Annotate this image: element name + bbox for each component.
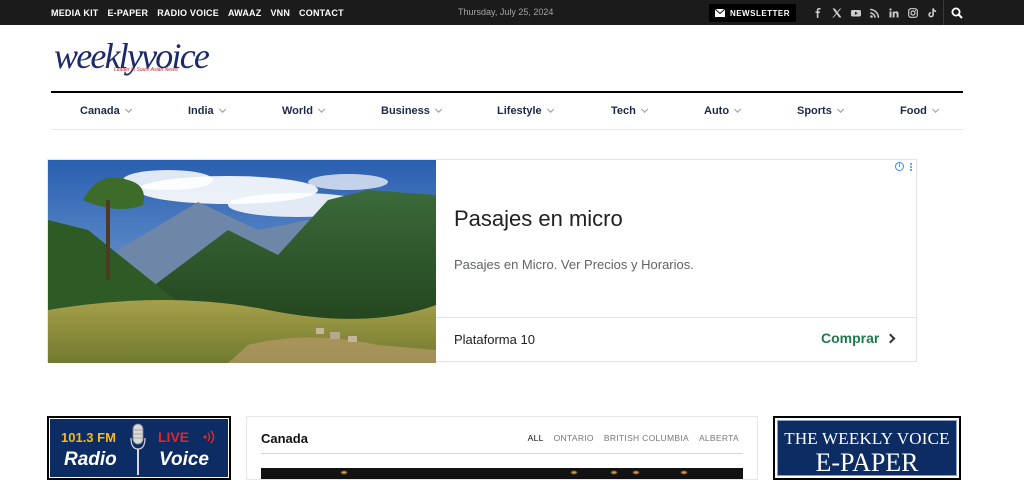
image-light: [571, 471, 577, 474]
image-light: [341, 471, 347, 474]
tiktok-icon[interactable]: [922, 0, 941, 25]
nav-label: Canada: [80, 105, 120, 117]
nav-label: World: [282, 105, 313, 117]
nav-label: Business: [381, 105, 430, 117]
broadcast-waves-icon: [203, 430, 215, 444]
e-paper-line1: THE WEEKLY VOICE: [784, 429, 950, 448]
image-light: [611, 471, 617, 474]
chevron-down-icon: [435, 105, 443, 113]
top-link-e-paper[interactable]: E-PAPER: [107, 8, 148, 18]
nav-item-sports[interactable]: Sports: [797, 93, 845, 130]
radio-voice-banner[interactable]: 101.3 FM LIVE Radio Voice: [47, 416, 231, 480]
e-paper-banner[interactable]: THE WEEKLY VOICE E-PAPER: [773, 416, 961, 480]
nav-label: Sports: [797, 105, 832, 117]
section-title[interactable]: Canada: [261, 431, 308, 446]
top-bar: MEDIA KIT E-PAPER RADIO VOICE AWAAZ VNN …: [0, 0, 1024, 25]
nav-item-business[interactable]: Business: [381, 93, 443, 130]
search-icon[interactable]: [951, 7, 963, 19]
e-paper-line2: E-PAPER: [815, 448, 919, 477]
main-nav: Canada India World Business Lifestyle Te…: [51, 91, 963, 130]
canada-section: Canada ALL ONTARIO BRITISH COLUMBIA ALBE…: [246, 416, 758, 480]
ad-source: Plataforma 10: [454, 332, 535, 347]
info-icon[interactable]: i: [895, 162, 904, 171]
radio-banner-inner: 101.3 FM LIVE Radio Voice: [50, 419, 228, 477]
filter-british-columbia[interactable]: BRITISH COLUMBIA: [604, 433, 689, 443]
more-options-icon[interactable]: [910, 162, 913, 171]
instagram-icon[interactable]: [903, 0, 922, 25]
ad-headline[interactable]: Pasajes en micro: [454, 206, 623, 232]
radio-frequency: 101.3 FM: [61, 430, 116, 445]
chevron-right-icon: [885, 333, 896, 343]
voice-word: Voice: [159, 449, 209, 470]
facebook-icon[interactable]: [808, 0, 827, 25]
filter-ontario[interactable]: ONTARIO: [554, 433, 594, 443]
social-icons: [808, 0, 941, 25]
top-link-vnn[interactable]: VNN: [270, 8, 290, 18]
nav-item-india[interactable]: India: [188, 93, 226, 130]
nav-label: Auto: [704, 105, 730, 117]
chevron-down-icon: [218, 105, 226, 113]
top-link-awaaz[interactable]: AWAAZ: [228, 8, 262, 18]
image-light: [681, 471, 687, 474]
top-link-media-kit[interactable]: MEDIA KIT: [51, 8, 98, 18]
mountain-landscape-image: [48, 160, 436, 363]
chevron-down-icon: [931, 105, 940, 113]
chevron-down-icon: [836, 105, 845, 113]
x-icon[interactable]: [827, 0, 846, 25]
site-logo[interactable]: weeklyvoice Leader In South Asian News!: [54, 38, 210, 74]
chevron-down-icon: [640, 105, 649, 113]
ad-banner[interactable]: i Pasajes en micro Pasajes en Micro. Ver…: [47, 159, 917, 363]
nav-label: Food: [900, 105, 927, 117]
youtube-icon[interactable]: [846, 0, 865, 25]
top-links: MEDIA KIT E-PAPER RADIO VOICE AWAAZ VNN …: [51, 0, 344, 25]
linkedin-icon[interactable]: [884, 0, 903, 25]
chevron-down-icon: [734, 105, 742, 113]
filter-alberta[interactable]: ALBERTA: [699, 433, 739, 443]
envelope-icon: [714, 9, 725, 17]
nav-item-lifestyle[interactable]: Lifestyle: [497, 93, 554, 130]
ad-image[interactable]: [48, 160, 436, 363]
filter-all[interactable]: ALL: [528, 433, 544, 443]
top-link-contact[interactable]: CONTACT: [299, 8, 344, 18]
logo-tagline: Leader In South Asian News!: [114, 67, 179, 73]
nav-item-auto[interactable]: Auto: [704, 93, 742, 130]
ad-cta-button[interactable]: Comprar: [821, 330, 896, 346]
rss-icon[interactable]: [865, 0, 884, 25]
section-rule: [261, 453, 743, 454]
featured-article-image[interactable]: [261, 468, 743, 479]
ad-info[interactable]: i: [895, 162, 913, 171]
ad-description: Pasajes en Micro. Ver Precios y Horarios…: [454, 257, 694, 272]
e-paper-inner: THE WEEKLY VOICE E-PAPER: [777, 420, 957, 477]
microphone-icon: [130, 423, 146, 475]
nav-label: India: [188, 105, 214, 117]
image-light: [633, 471, 639, 474]
radio-word: Radio: [64, 449, 117, 470]
nav-item-world[interactable]: World: [282, 93, 326, 130]
ad-separator: [436, 317, 917, 318]
newsletter-button[interactable]: NEWSLETTER: [709, 4, 796, 22]
nav-item-food[interactable]: Food: [900, 93, 940, 130]
nav-item-tech[interactable]: Tech: [611, 93, 649, 130]
chevron-down-icon: [318, 105, 326, 113]
chevron-down-icon: [546, 105, 554, 113]
radio-live-label: LIVE: [158, 429, 190, 445]
topbar-divider: [943, 0, 944, 25]
nav-label: Lifestyle: [497, 105, 542, 117]
chevron-down-icon: [124, 105, 132, 113]
ad-cta-label: Comprar: [821, 330, 880, 346]
nav-item-canada[interactable]: Canada: [80, 93, 132, 130]
nav-label: Tech: [611, 105, 636, 117]
top-link-radio-voice[interactable]: RADIO VOICE: [157, 8, 219, 18]
current-date: Thursday, July 25, 2024: [458, 7, 554, 17]
section-filters: ALL ONTARIO BRITISH COLUMBIA ALBERTA: [528, 433, 739, 443]
newsletter-label: NEWSLETTER: [729, 8, 791, 18]
